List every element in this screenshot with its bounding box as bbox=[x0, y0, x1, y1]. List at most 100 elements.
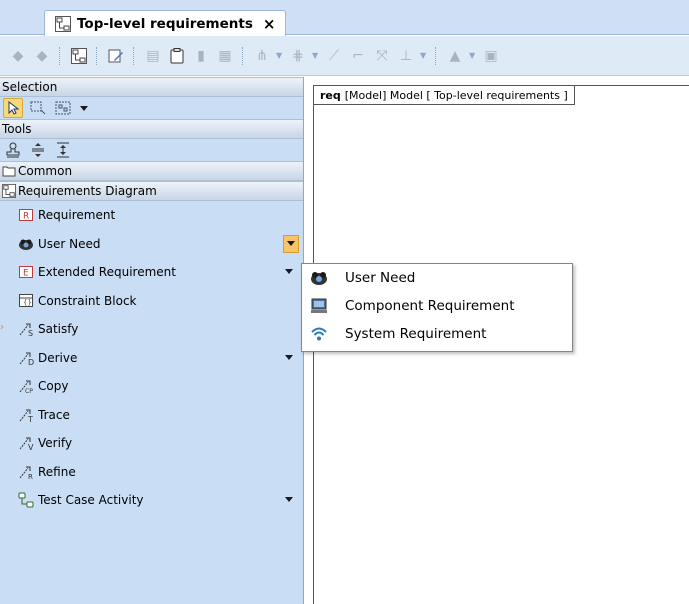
common-label: Common bbox=[18, 164, 73, 178]
palette-item-label: Extended Requirement bbox=[38, 265, 176, 280]
svg-text:V: V bbox=[28, 443, 34, 451]
chevron-down-icon[interactable] bbox=[285, 354, 293, 360]
delete-icon[interactable]: ▮ bbox=[191, 46, 211, 66]
distribute-icon[interactable] bbox=[53, 140, 73, 160]
chevron-down-icon[interactable]: ▼ bbox=[469, 51, 477, 60]
diagram-toolbar: ◆ ◆ ▤ ▮ ▦ ⋔ ▼ ⋕ ▼ ⟋ ⌐ ⤧ ⊥ ▼ ▲ ▼ ▣ bbox=[0, 36, 689, 76]
palette-item-trace[interactable]: T Trace bbox=[0, 401, 303, 430]
svg-text:R: R bbox=[28, 473, 33, 480]
palette-item-user-need[interactable]: User Need bbox=[0, 230, 303, 259]
lasso-select-icon[interactable] bbox=[53, 98, 73, 118]
path-icon[interactable]: ⌐ bbox=[348, 46, 368, 66]
vertical-spacing-icon[interactable] bbox=[28, 140, 48, 160]
verify-icon: V bbox=[18, 435, 34, 451]
palette-item-label: Constraint Block bbox=[38, 293, 137, 308]
frame-kind: req bbox=[320, 88, 341, 102]
export-icon[interactable]: ▣ bbox=[481, 46, 501, 66]
palette-item-copy[interactable]: CP Copy bbox=[0, 372, 303, 401]
svg-text:{}: {} bbox=[23, 299, 32, 307]
common-group-header[interactable]: Common bbox=[0, 161, 303, 181]
selection-group-header[interactable]: Selection bbox=[0, 77, 303, 97]
toolbar-separator bbox=[59, 46, 62, 65]
palette-item-label: Requirement bbox=[38, 208, 116, 223]
tab-strip: Top-level requirements × bbox=[0, 0, 689, 36]
delete-model-icon[interactable]: ▦ bbox=[215, 46, 235, 66]
toolbar-separator bbox=[96, 46, 99, 65]
popup-item-label: System Requirement bbox=[345, 326, 487, 342]
chevron-down-icon[interactable] bbox=[285, 269, 293, 274]
svg-text:E: E bbox=[23, 269, 29, 279]
extended-requirement-icon: E bbox=[18, 264, 34, 280]
close-icon[interactable]: × bbox=[263, 15, 276, 33]
popup-item-component-requirement[interactable]: Component Requirement bbox=[302, 292, 572, 320]
popup-item-user-need[interactable]: User Need bbox=[302, 264, 572, 292]
svg-text:T: T bbox=[27, 415, 33, 423]
toolbar-separator bbox=[242, 46, 245, 65]
link-icon[interactable]: ⟋ bbox=[324, 46, 344, 66]
marquee-select-icon[interactable] bbox=[28, 98, 48, 118]
chevron-down-icon[interactable] bbox=[285, 497, 293, 502]
requirement-icon: R bbox=[18, 207, 34, 223]
chevron-down-icon[interactable]: ▼ bbox=[276, 51, 284, 60]
user-need-dropdown-button[interactable] bbox=[283, 234, 299, 253]
palette-item-extended-requirement[interactable]: E Extended Requirement bbox=[0, 258, 303, 287]
forward-arrow-icon[interactable]: ◆ bbox=[32, 46, 52, 66]
svg-text:D: D bbox=[28, 358, 34, 366]
popup-item-system-requirement[interactable]: System Requirement bbox=[302, 320, 572, 348]
tools-group-header[interactable]: Tools bbox=[0, 119, 303, 139]
frame-title: [Model] Model [ Top-level requirements ] bbox=[344, 88, 568, 102]
palette-item-test-case-activity[interactable]: Test Case Activity bbox=[0, 486, 303, 515]
route-icon[interactable]: ⋕ bbox=[288, 46, 308, 66]
containment-tree-icon[interactable] bbox=[69, 46, 89, 66]
tab-top-level-requirements[interactable]: Top-level requirements × bbox=[44, 10, 286, 36]
constraint-block-icon: {} bbox=[18, 293, 34, 309]
palette-item-label: Derive bbox=[38, 350, 78, 365]
chevron-down-icon[interactable] bbox=[80, 105, 88, 111]
palette-item-constraint-block[interactable]: {} Constraint Block bbox=[0, 287, 303, 316]
pointer-icon[interactable] bbox=[3, 98, 23, 118]
rectilinear-icon[interactable]: ⤧ bbox=[372, 46, 392, 66]
system-requirement-icon bbox=[309, 324, 329, 344]
folder-icon bbox=[2, 166, 16, 177]
svg-text:S: S bbox=[28, 329, 33, 337]
popup-item-label: Component Requirement bbox=[345, 298, 515, 314]
stamp-icon[interactable] bbox=[3, 140, 23, 160]
palette-item-refine[interactable]: R Refine bbox=[0, 458, 303, 487]
palette-item-verify[interactable]: V Verify bbox=[0, 429, 303, 458]
palette-item-label: User Need bbox=[38, 236, 101, 251]
svg-text:R: R bbox=[23, 212, 29, 222]
requirements-diagram-group-header[interactable]: Requirements Diagram bbox=[0, 181, 303, 201]
clipboard-icon[interactable] bbox=[167, 46, 187, 66]
derive-icon: D bbox=[18, 350, 34, 366]
edit-icon[interactable] bbox=[106, 46, 126, 66]
user-need-popup-menu: User Need Component Requirement System R… bbox=[301, 263, 573, 352]
component-requirement-icon bbox=[309, 296, 329, 316]
layout-icon[interactable]: ⋔ bbox=[252, 46, 272, 66]
palette-item-label: Refine bbox=[38, 464, 76, 479]
palette-item-requirement[interactable]: R Requirement bbox=[0, 201, 303, 230]
requirements-diagram-icon bbox=[2, 184, 16, 198]
back-arrow-icon[interactable]: ◆ bbox=[8, 46, 28, 66]
tab-title: Top-level requirements bbox=[77, 15, 253, 32]
selection-tools bbox=[0, 97, 303, 119]
test-case-activity-icon bbox=[18, 492, 34, 508]
svg-text:CP: CP bbox=[25, 388, 33, 394]
requirements-diagram-label: Requirements Diagram bbox=[18, 184, 157, 198]
palette-item-label: Verify bbox=[38, 436, 73, 451]
palette-item-satisfy[interactable]: S Satisfy bbox=[0, 315, 303, 344]
chevron-down-icon[interactable]: ▼ bbox=[420, 51, 428, 60]
palette-item-label: Test Case Activity bbox=[38, 493, 144, 508]
diagram-frame-label[interactable]: req [Model] Model [ Top-level requiremen… bbox=[314, 86, 575, 105]
palette-item-label: Trace bbox=[38, 407, 70, 422]
toolbar-separator bbox=[133, 46, 136, 65]
tools-buttons bbox=[0, 139, 303, 161]
chevron-down-icon[interactable]: ▼ bbox=[312, 51, 320, 60]
fill-icon[interactable]: ▲ bbox=[445, 46, 465, 66]
user-need-icon bbox=[18, 236, 34, 252]
copy-icon[interactable]: ▤ bbox=[143, 46, 163, 66]
palette-item-derive[interactable]: D Derive bbox=[0, 344, 303, 373]
copy-relation-icon: CP bbox=[18, 378, 34, 394]
align-icon[interactable]: ⊥ bbox=[396, 46, 416, 66]
refine-icon: R bbox=[18, 464, 34, 480]
diagram-palette: Selection Tools Common Requirements Diag… bbox=[0, 77, 304, 604]
